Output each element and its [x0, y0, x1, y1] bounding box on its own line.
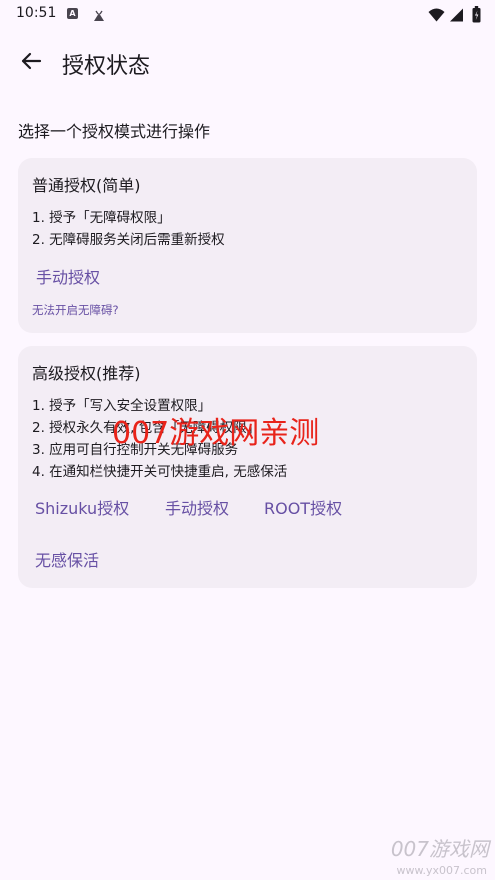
page-title: 授权状态	[62, 54, 151, 79]
notification-a-icon: A	[67, 8, 78, 19]
arrow-back-icon	[20, 50, 42, 76]
section-subtitle: 选择一个授权模式进行操作	[18, 122, 211, 141]
wifi-icon	[428, 7, 445, 26]
cannot-enable-accessibility-link[interactable]: 无法开启无障碍?	[32, 302, 119, 318]
status-time: 10:51	[16, 5, 57, 21]
battery-icon	[472, 6, 481, 27]
back-button[interactable]	[12, 44, 50, 82]
card-line: 1. 授予「无障碍权限」	[32, 210, 171, 226]
card-title: 普通授权(简单)	[32, 176, 141, 195]
signal-icon	[449, 7, 464, 26]
shizuku-auth-button[interactable]: Shizuku授权	[35, 495, 129, 519]
watermark-url: www.yx007.com	[396, 864, 487, 877]
status-bar: 10:51 A	[0, 0, 495, 30]
card-line: 2. 无障碍服务关闭后需重新授权	[32, 232, 225, 248]
manual-auth-button[interactable]: 手动授权	[165, 495, 229, 519]
notification-android-icon	[92, 7, 106, 26]
watermark-logo: 007游戏网	[390, 837, 489, 861]
normal-auth-card: 普通授权(简单) 1. 授予「无障碍权限」 2. 无障碍服务关闭后需重新授权 手…	[18, 158, 477, 333]
keep-alive-button[interactable]: 无感保活	[35, 547, 99, 571]
manual-auth-button[interactable]: 手动授权	[36, 264, 100, 288]
top-app-bar: 授权状态	[0, 38, 495, 88]
card-line: 4. 在通知栏快捷开关可快捷重启, 无感保活	[32, 464, 288, 480]
root-auth-button[interactable]: ROOT授权	[264, 495, 342, 519]
watermark-center: 007游戏网亲测	[112, 416, 320, 451]
card-title: 高级授权(推荐)	[32, 364, 141, 383]
advanced-auth-card: 高级授权(推荐) 1. 授予「写入安全设置权限」 2. 授权永久有效, 包含「无…	[18, 346, 477, 588]
